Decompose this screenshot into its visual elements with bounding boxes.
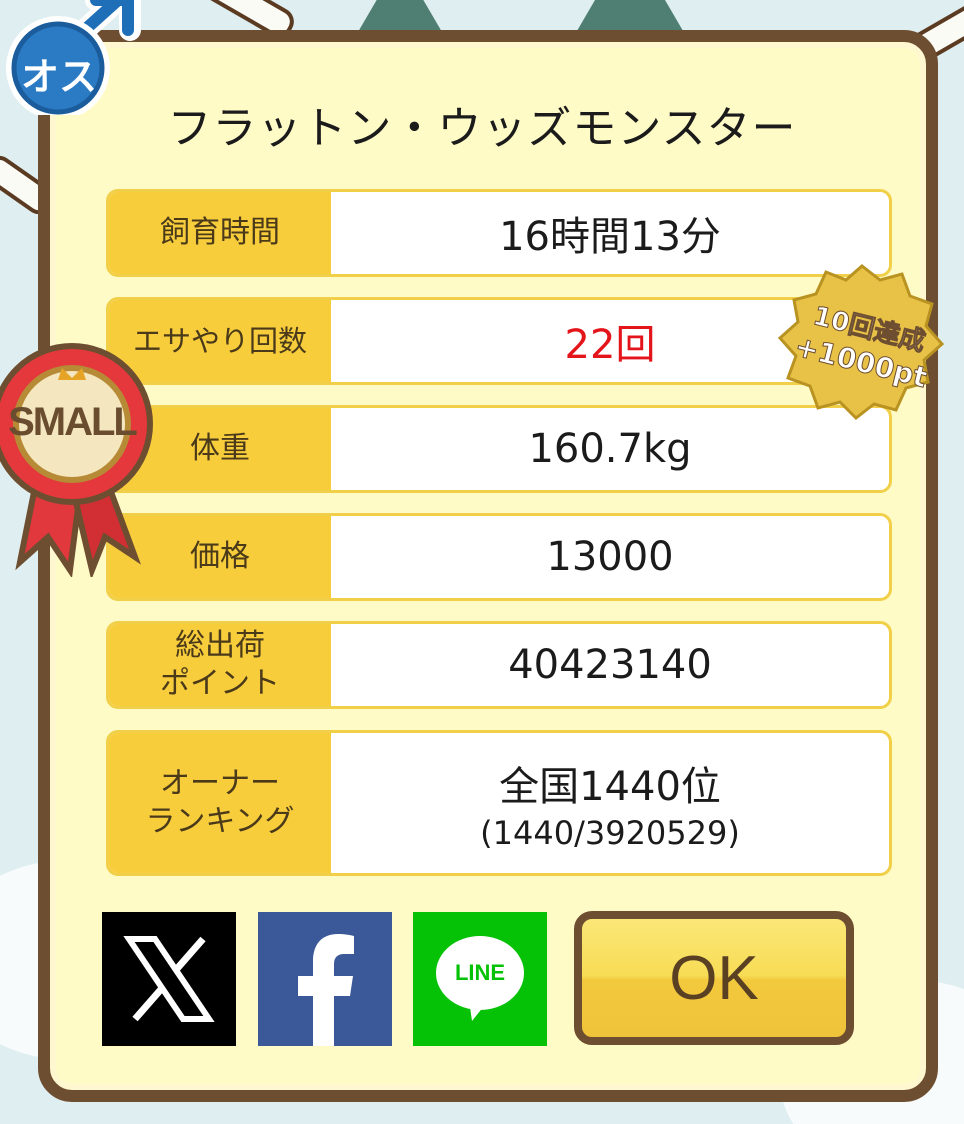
share-facebook-button[interactable] [258,912,392,1046]
stat-label-line1: 総出荷 [175,628,265,663]
gender-badge-text: オス [20,55,97,99]
share-x-button[interactable] [102,912,236,1046]
stat-row-owner-ranking: オーナー ランキング 全国1440位 (1440/3920529) [106,730,892,876]
ranking-value: 全国1440位 [499,764,721,810]
share-line-button[interactable]: LINE [413,912,547,1046]
stat-label-line2: ランキング [145,804,295,839]
stat-row-total-shipping-points: 総出荷 ポイント 40423140 [106,621,892,709]
stat-label: 飼育時間 [109,192,331,274]
facebook-logo-icon [298,934,354,1046]
stat-value: 全国1440位 (1440/3920529) [331,733,889,873]
ribbon-text: SMALL [8,400,138,444]
stat-label-line2: ポイント [160,666,280,701]
line-logo-text: LINE [454,960,506,985]
stat-label: 総出荷 ポイント [109,624,331,706]
ok-button[interactable]: OK [574,911,854,1045]
stat-value: 13000 [546,534,674,580]
stat-label-line1: オーナー [159,766,280,801]
stat-row-price: 価格 13000 [106,513,892,601]
x-logo-icon [123,936,215,1022]
stat-label: オーナー ランキング [109,733,331,873]
stat-value: 40423140 [508,642,712,688]
ranking-detail: (1440/3920529) [480,814,740,852]
